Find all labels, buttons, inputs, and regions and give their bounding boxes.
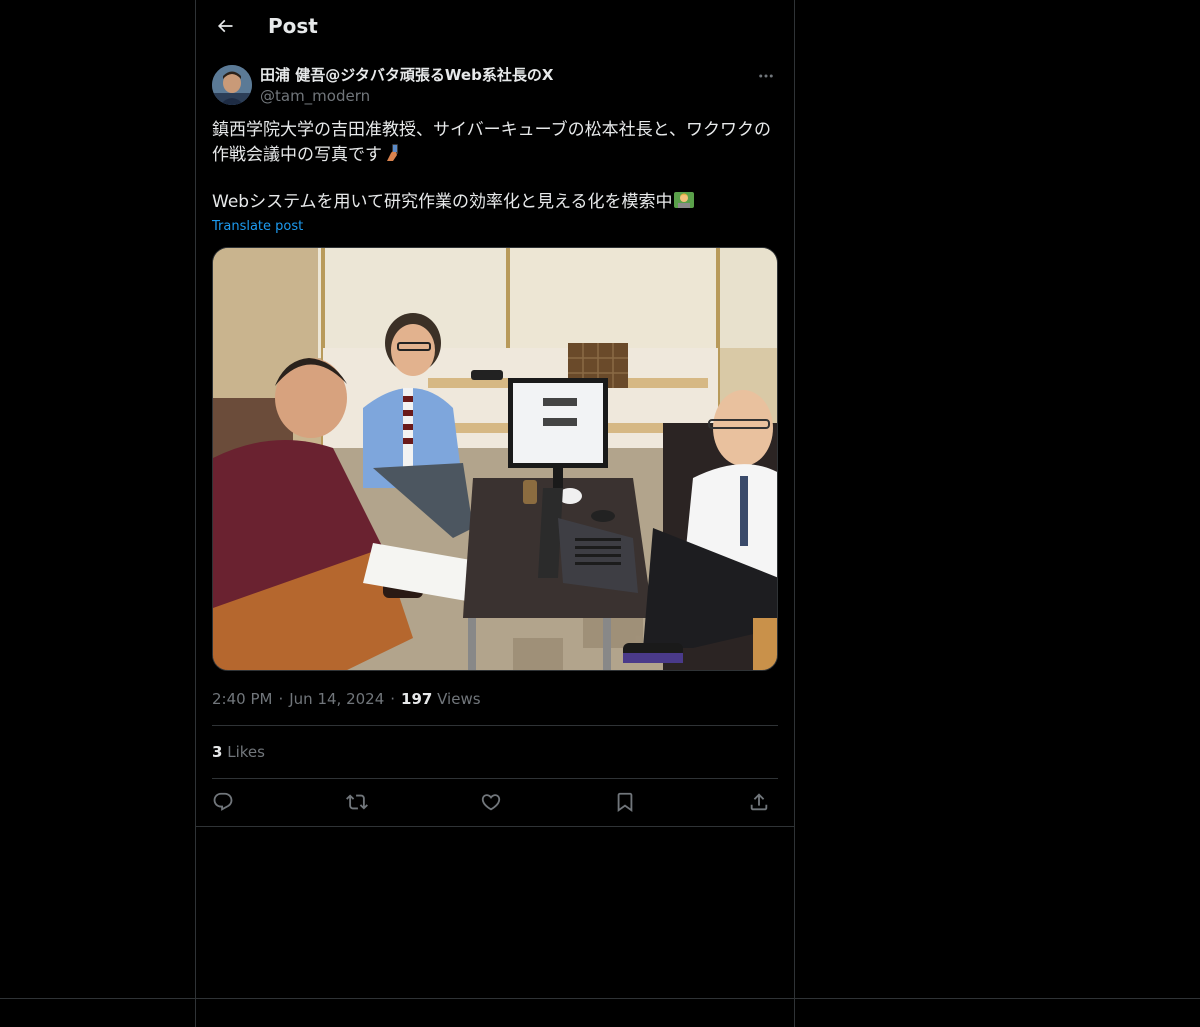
more-horizontal-icon (759, 74, 773, 78)
likes-label: Likes (227, 743, 265, 761)
post-text-line: 鎮西学院大学の吉田准教授、サイバーキューブの松本社長と、ワクワクの (212, 120, 771, 140)
more-button[interactable] (754, 64, 778, 88)
page-title: Post (268, 14, 318, 38)
likes-count: 3 (212, 743, 223, 761)
divider (212, 725, 778, 726)
avatar[interactable] (212, 65, 252, 105)
share-button[interactable] (748, 791, 772, 815)
post-date[interactable]: Jun 14, 2024 (289, 690, 384, 708)
post-author: 田浦 健吾@ジタバタ頑張るWeb系社長のX @tam_modern (212, 64, 778, 108)
arrow-left-icon (217, 19, 233, 33)
selfie-emoji-icon (383, 143, 403, 163)
like-button[interactable] (480, 791, 504, 815)
author-names: 田浦 健吾@ジタバタ頑張るWeb系社長のX @tam_modern (260, 64, 553, 106)
action-bar (212, 787, 778, 819)
views-label: Views (437, 690, 481, 708)
post-header: Post (196, 0, 794, 54)
bookmark-icon (617, 792, 633, 813)
meeting-photo (213, 248, 777, 670)
author-display-name[interactable]: 田浦 健吾@ジタバタ頑張るWeb系社長のX (260, 64, 553, 86)
divider (196, 826, 794, 827)
meta-separator: · (390, 690, 396, 708)
author-handle[interactable]: @tam_modern (260, 86, 553, 106)
post-text-segment: 作戦会議中の写真です (212, 145, 382, 165)
translate-post-link[interactable]: Translate post (212, 218, 303, 236)
primary-column: Post 田浦 健吾@ジタバタ頑張るWeb系社長のX @tam_modern 鎮… (195, 0, 795, 1027)
share-icon (750, 793, 768, 811)
repost-button[interactable] (346, 791, 370, 815)
repost-icon (346, 794, 368, 810)
post-text-line-with-emoji: 作戦会議中の写真です (212, 143, 782, 168)
post-photo[interactable] (212, 247, 778, 671)
post-meta: 2:40 PM · Jun 14, 2024 · 197 Views (212, 688, 481, 710)
person-with-laptop-emoji-icon (673, 190, 694, 210)
post-text: 鎮西学院大学の吉田准教授、サイバーキューブの松本社長と、ワクワクの 作戦会議中の… (212, 118, 782, 215)
reply-icon (213, 792, 233, 811)
post-text-segment: Webシステムを用いて研究作業の効率化と見える化を模索中 (212, 192, 673, 212)
post-time[interactable]: 2:40 PM (212, 690, 272, 708)
page: Post 田浦 健吾@ジタバタ頑張るWeb系社長のX @tam_modern 鎮… (0, 0, 1200, 1027)
divider (212, 778, 778, 779)
heart-icon (481, 794, 501, 811)
views-count: 197 (401, 690, 433, 708)
likes-stat[interactable]: 3 Likes (212, 741, 265, 763)
meta-separator: · (278, 690, 284, 708)
post-text-line-with-emoji: Webシステムを用いて研究作業の効率化と見える化を模索中 (212, 190, 782, 215)
reply-button[interactable] (212, 791, 236, 815)
divider (0, 998, 1200, 999)
back-button[interactable] (208, 9, 242, 43)
bookmark-button[interactable] (614, 791, 638, 815)
